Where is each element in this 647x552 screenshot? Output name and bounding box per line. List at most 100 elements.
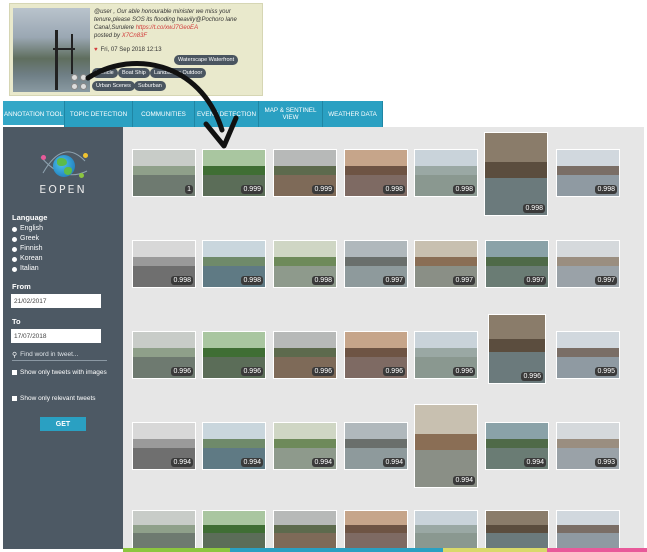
language-option-english[interactable]: English (12, 224, 43, 234)
image-grid: 1 0.999 0.999 0.998 0.998 0.998 0.998 0.998 0.99… (123, 127, 644, 549)
relevance-score-badge: 0.998 (171, 276, 193, 285)
tweet-image-thumbnail[interactable]: 0.998 (557, 150, 619, 196)
relevance-score-badge: 0.998 (595, 185, 617, 194)
radio-icon[interactable] (12, 226, 17, 232)
to-date-input[interactable] (11, 329, 101, 343)
gallery-dots-icon[interactable] (71, 74, 89, 92)
tweet-image-thumbnail[interactable]: 0.996 (345, 332, 407, 378)
tag-suburban[interactable]: Suburban (134, 81, 166, 91)
language-option-korean[interactable]: Korean (12, 254, 43, 264)
tweet-image-thumbnail[interactable]: 0.996 (274, 332, 336, 378)
search-row: ⚲ (12, 349, 107, 361)
language-label-italian: Italian (20, 265, 39, 272)
tweet-image-thumbnail[interactable]: 0.994 (486, 423, 548, 469)
only-images-label: Show only tweets with images (20, 369, 107, 376)
tag-urban[interactable]: Urban Scenes (92, 81, 135, 91)
tab-annotation-tool[interactable]: ANNOTATION TOOL (3, 101, 65, 127)
tweet-image-thumbnail[interactable]: 0.997 (345, 241, 407, 287)
tab-event-detection[interactable]: EVENT DETECTION (195, 101, 259, 127)
tweet-image-thumbnail[interactable]: 0.994 (133, 423, 195, 469)
tweet-image-thumbnail[interactable]: 0.994 (415, 405, 477, 487)
tweet-link[interactable]: https://t.co/xwJ7GeoEA (136, 25, 198, 31)
to-label: To (12, 317, 21, 326)
only-images-checkbox[interactable] (12, 370, 17, 375)
tweet-image-thumbnail[interactable]: 0.994 (274, 423, 336, 469)
tab-map-sentinel[interactable]: MAP & SENTINEL VIEW (259, 101, 323, 127)
tag-vehicle[interactable]: Vehicle (92, 68, 118, 78)
tweet-image-thumbnail[interactable] (133, 511, 195, 549)
only-images-row[interactable]: Show only tweets with images (12, 368, 112, 377)
tab-communities[interactable]: COMMUNITIES (133, 101, 195, 127)
language-option-greek[interactable]: Greek (12, 234, 43, 244)
tweet-image-thumbnail[interactable] (203, 511, 265, 549)
tab-topic-detection[interactable]: TOPIC DETECTION (65, 101, 133, 127)
language-list: English Greek Finnish Korean Italian (12, 224, 43, 274)
relevance-score-badge: 0.996 (453, 367, 475, 376)
radio-icon[interactable] (12, 266, 17, 272)
relevance-score-badge: 0.994 (241, 458, 263, 467)
tweet-card[interactable]: @user , Our able honourable minister we … (9, 3, 263, 96)
relevance-score-badge: 0.994 (453, 476, 475, 485)
get-button[interactable]: GET (40, 417, 86, 431)
tweet-image-thumbnail[interactable]: 0.997 (557, 241, 619, 287)
tag-waterscape[interactable]: Waterscape Waterfront (174, 55, 239, 65)
radio-icon[interactable] (12, 246, 17, 252)
tweet-image-thumbnail[interactable]: 0.993 (557, 423, 619, 469)
tweet-image-thumbnail[interactable]: 0.996 (489, 315, 545, 383)
tweet-image-thumbnail[interactable]: 0.996 (203, 332, 265, 378)
tweet-image-thumbnail[interactable]: 0.999 (274, 150, 336, 196)
tweet-image-thumbnail[interactable]: 0.998 (415, 150, 477, 196)
tweet-image-thumbnail[interactable]: 0.998 (274, 241, 336, 287)
radio-icon[interactable] (12, 236, 17, 242)
tweet-image-thumbnail[interactable]: 0.998 (133, 241, 195, 287)
radio-icon[interactable] (12, 256, 17, 262)
from-label: From (12, 282, 31, 291)
tweet-image-thumbnail[interactable]: 0.994 (203, 423, 265, 469)
tweet-image-thumbnail[interactable] (415, 511, 477, 549)
posted-by-label: posted by (94, 33, 122, 39)
from-date-input[interactable] (11, 294, 101, 308)
language-option-finnish[interactable]: Finnish (12, 244, 43, 254)
tweet-image-thumbnail[interactable]: 0.996 (133, 332, 195, 378)
tweet-image-thumbnail[interactable]: 0.997 (415, 241, 477, 287)
only-relevant-label: Show only relevant tweets (20, 395, 96, 402)
language-option-italian[interactable]: Italian (12, 264, 43, 274)
relevance-score-badge: 0.998 (383, 185, 405, 194)
relevance-score-badge: 0.993 (595, 458, 617, 467)
tweet-image-thumbnail[interactable] (557, 511, 619, 549)
eopen-logo: EOPEN (33, 143, 93, 198)
tweet-image-thumbnail[interactable]: 0.998 (345, 150, 407, 196)
relevance-score-badge: 0.996 (241, 367, 263, 376)
tweet-image-thumbnail[interactable]: 0.998 (485, 133, 547, 215)
language-label: Language (12, 213, 48, 222)
search-icon: ⚲ (12, 351, 18, 359)
only-relevant-checkbox[interactable] (12, 396, 17, 401)
search-input[interactable] (20, 351, 101, 358)
relevance-score-badge: 0.999 (241, 185, 263, 194)
tweet-photo[interactable] (13, 8, 90, 92)
relevance-score-badge: 0.994 (524, 458, 546, 467)
relevance-score-badge: 0.996 (171, 367, 193, 376)
tweet-image-thumbnail[interactable]: 0.994 (345, 423, 407, 469)
tweet-image-thumbnail[interactable]: 0.999 (203, 150, 265, 196)
tweet-date: Fri, 07 Sep 2018 12:13 (100, 47, 162, 53)
only-relevant-row[interactable]: Show only relevant tweets (12, 394, 112, 403)
relevance-score-badge: 1 (185, 185, 193, 194)
relevance-score-badge: 0.997 (453, 276, 475, 285)
tab-weather-data[interactable]: WEATHER DATA (323, 101, 383, 127)
relevance-score-badge: 0.997 (383, 276, 405, 285)
tweet-user[interactable]: X7Cn83F (122, 33, 147, 39)
tweet-image-thumbnail[interactable]: 0.996 (415, 332, 477, 378)
tweet-image-thumbnail[interactable]: 0.997 (486, 241, 548, 287)
tweet-text: @user , Our able honourable minister we … (94, 8, 260, 40)
tweet-image-thumbnail[interactable] (345, 511, 407, 549)
logo-text: EOPEN (39, 183, 87, 196)
tweet-image-thumbnail[interactable] (486, 511, 548, 549)
tag-boat-ship[interactable]: Boat Ship (118, 68, 150, 78)
tag-landscape[interactable]: Landscape Outdoor (150, 68, 207, 78)
tweet-image-thumbnail[interactable] (274, 511, 336, 549)
tweet-image-thumbnail[interactable]: 1 (133, 150, 195, 196)
relevance-score-badge: 0.997 (595, 276, 617, 285)
tweet-image-thumbnail[interactable]: 0.998 (203, 241, 265, 287)
tweet-image-thumbnail[interactable]: 0.995 (557, 332, 619, 378)
